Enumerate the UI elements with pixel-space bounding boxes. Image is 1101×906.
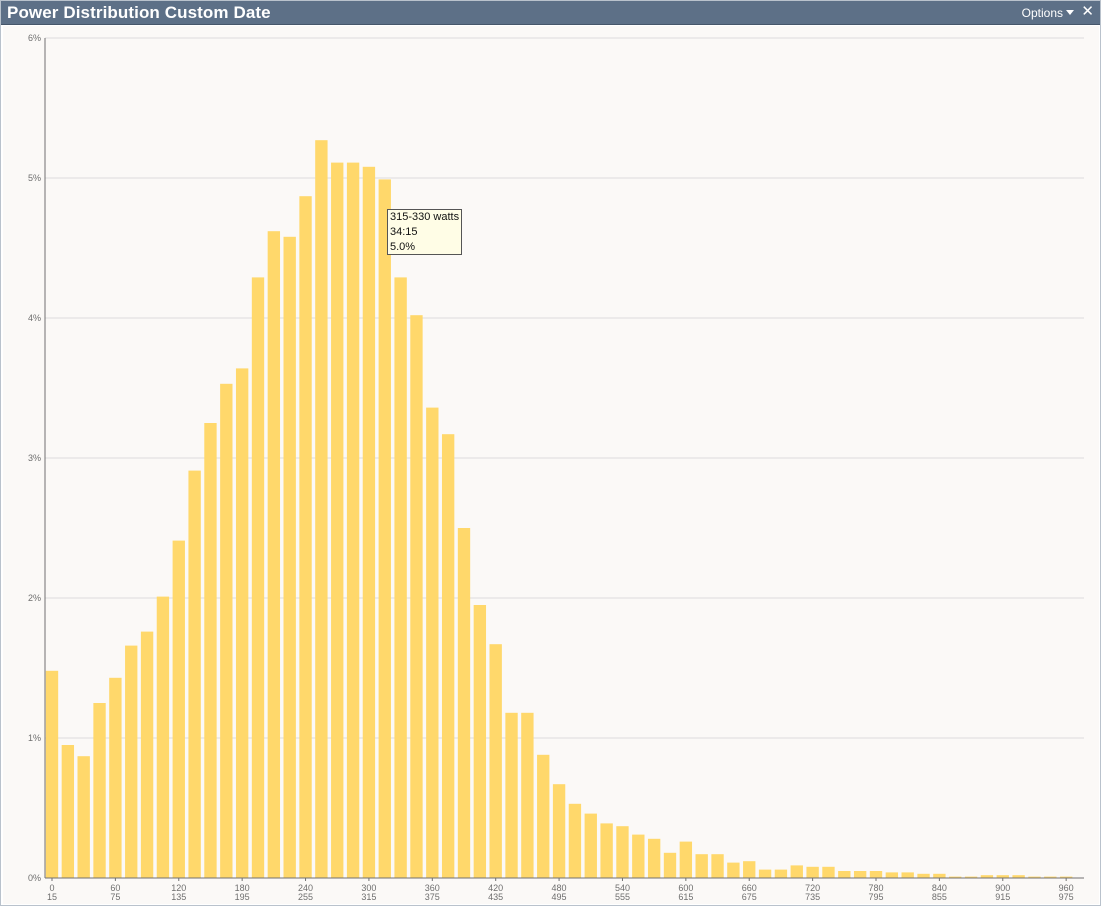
bar [489, 644, 502, 878]
bar [711, 854, 724, 878]
bar [109, 677, 122, 878]
bar [426, 407, 439, 878]
bar [647, 838, 661, 878]
bar [172, 540, 185, 878]
bar [695, 854, 708, 878]
x-tick-label-sub: 915 [995, 892, 1010, 902]
bar [933, 873, 946, 878]
bar [220, 383, 233, 878]
bar [727, 862, 740, 878]
bar [774, 869, 788, 878]
bar [299, 196, 312, 878]
x-tick-label-sub: 435 [488, 892, 503, 902]
x-tick-label-sub: 735 [805, 892, 820, 902]
bar [331, 162, 344, 879]
x-tick-label-sub: 675 [742, 892, 757, 902]
x-tick-label-sub: 375 [425, 892, 440, 902]
bar [378, 179, 391, 878]
tooltip-time: 34:15 [390, 226, 418, 238]
bar [790, 865, 803, 878]
bar [822, 866, 835, 878]
bar [537, 754, 550, 878]
bar [505, 712, 518, 878]
bar [869, 871, 883, 878]
y-tick-label: 1% [28, 733, 41, 743]
bar [346, 162, 360, 879]
tooltip-percent: 5.0% [390, 241, 416, 253]
bar [552, 784, 566, 878]
bar [663, 852, 677, 878]
bar [315, 140, 328, 878]
bar [758, 869, 772, 878]
bar [251, 277, 265, 878]
bar [917, 873, 930, 878]
bar [410, 315, 423, 878]
bar [584, 813, 597, 878]
bar [140, 631, 154, 878]
bar [93, 703, 106, 878]
bar [568, 803, 582, 878]
bar [600, 823, 613, 878]
x-tick-label-sub: 75 [110, 892, 120, 902]
bar [61, 745, 75, 878]
tooltip-range: 315-330 watts [390, 211, 460, 223]
bar-tooltip: 315-330 watts 34:15 5.0% [387, 209, 462, 255]
y-tick-label: 2% [28, 593, 41, 603]
x-tick-label-sub: 615 [678, 892, 693, 902]
bar [204, 423, 217, 878]
bar [394, 277, 407, 878]
bar [838, 871, 851, 878]
bar [521, 712, 534, 878]
bar [901, 872, 914, 878]
bar [679, 841, 693, 878]
x-tick-label-sub: 15 [47, 892, 57, 902]
x-tick-label-sub: 135 [171, 892, 186, 902]
bar [457, 528, 471, 878]
bar [632, 834, 645, 878]
bar [267, 231, 281, 878]
bar [441, 434, 455, 878]
x-tick-label-sub: 495 [552, 892, 567, 902]
x-tick-label-sub: 315 [361, 892, 376, 902]
bar [77, 756, 90, 878]
x-tick-label-sub: 855 [932, 892, 947, 902]
bar [156, 596, 170, 878]
x-tick-label-sub: 795 [868, 892, 883, 902]
y-tick-label: 0% [28, 873, 41, 883]
y-tick-label: 6% [28, 33, 41, 43]
bar [235, 368, 249, 878]
bar [283, 236, 296, 879]
bar [853, 871, 867, 878]
y-tick-label: 3% [28, 453, 41, 463]
bar [362, 166, 376, 879]
power-distribution-chart: 0%1%2%3%4%5%6%01560751201351801952402553… [28, 33, 1084, 902]
bar [45, 670, 59, 878]
bar [743, 861, 756, 878]
y-tick-label: 5% [28, 173, 41, 183]
bar [616, 826, 629, 878]
bar [806, 866, 819, 878]
y-tick-label: 4% [28, 313, 41, 323]
x-tick-label-sub: 975 [1059, 892, 1074, 902]
bar [473, 605, 487, 878]
bar [885, 872, 899, 878]
bar [188, 470, 201, 878]
bar [125, 645, 138, 878]
x-tick-label-sub: 195 [235, 892, 250, 902]
x-tick-label-sub: 255 [298, 892, 313, 902]
x-tick-label-sub: 555 [615, 892, 630, 902]
